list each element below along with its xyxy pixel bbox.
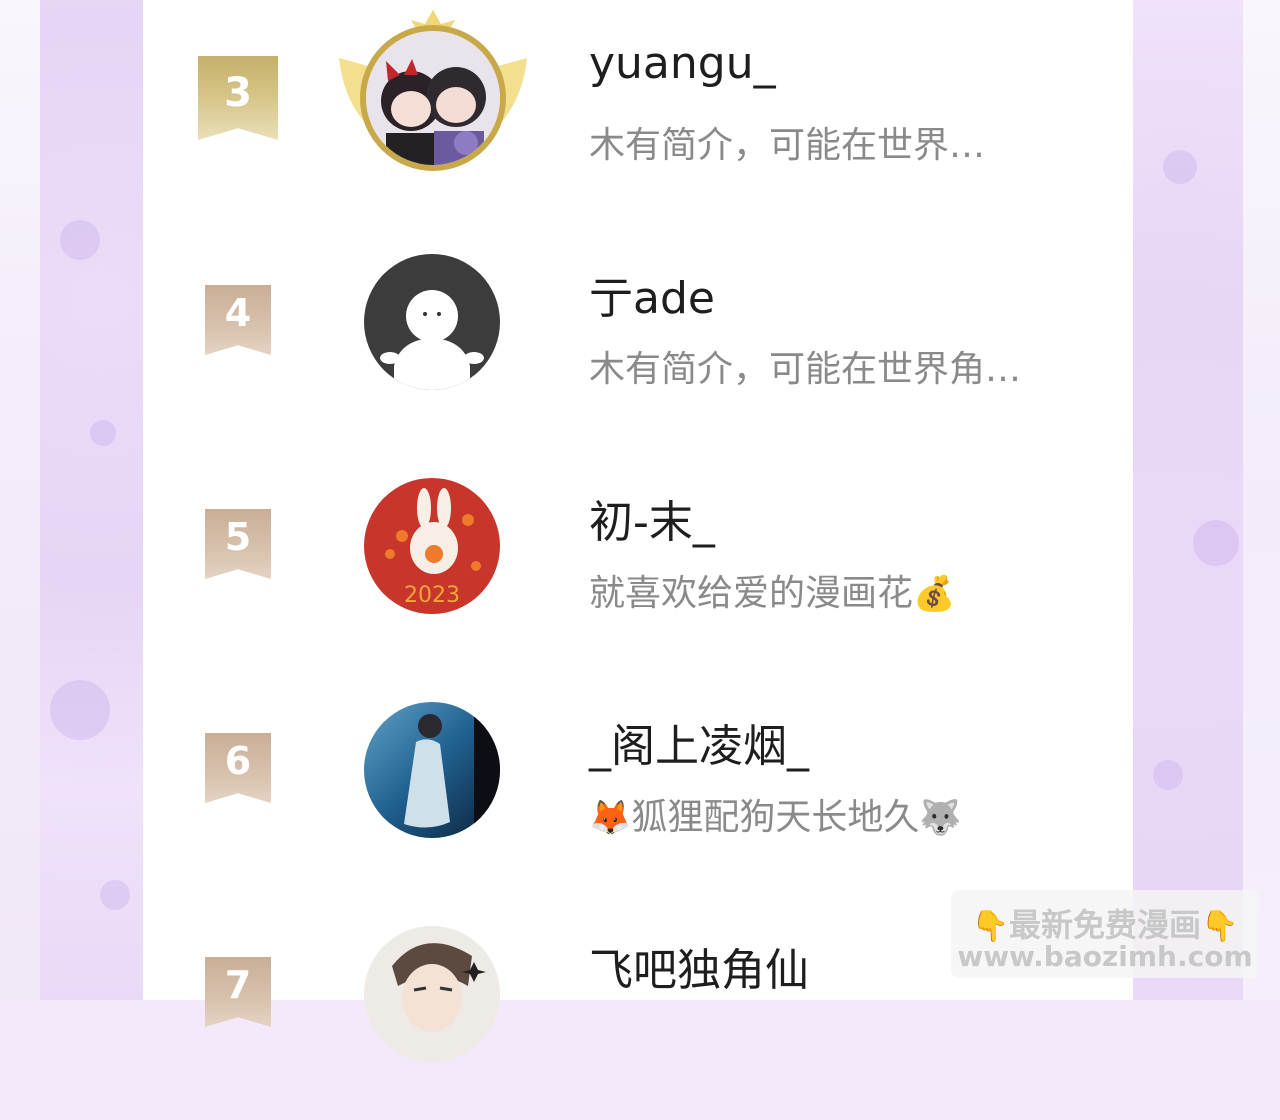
svg-text:2023: 2023 xyxy=(404,583,460,608)
bio-text: 就喜欢给爱的漫画花 xyxy=(589,573,914,614)
user-avatar[interactable]: 2023 xyxy=(364,478,500,614)
rank-badge: 6 xyxy=(205,733,271,803)
list-item[interactable]: 6 _阁上凌烟_ 🦊狐狸配狗天长地久🐺 xyxy=(143,672,1133,896)
list-item[interactable]: 4 亍ade 木有简介，可能在世界角… xyxy=(143,224,1133,448)
rank-badge: 4 xyxy=(205,285,271,355)
rank-number: 5 xyxy=(224,515,252,559)
watermark-text: 最新免费漫画 xyxy=(1008,906,1201,944)
background-left-edge xyxy=(0,0,40,1000)
rank-number: 4 xyxy=(224,291,252,335)
watermark-url: www.baozimh.com xyxy=(957,940,1253,973)
user-bio: 木有简介，可能在世界… xyxy=(589,116,985,168)
ranking-list: 3 yuangu_ 木有简介，可能在世界… 4 亍ade 木有简介，可能在世界角… xyxy=(143,0,1133,1062)
rank-badge: 5 xyxy=(205,509,271,579)
bio-text: 木有简介，可能在世界… xyxy=(589,125,986,166)
pointing-down-icon: 👇 xyxy=(1201,909,1239,944)
rabbit-2023-avatar-icon: 2023 xyxy=(364,478,500,614)
rank-number: 3 xyxy=(224,70,252,116)
anime-couple-avatar-icon xyxy=(366,31,500,165)
user-avatar[interactable] xyxy=(364,254,500,390)
background-left-watercolor xyxy=(40,0,143,1000)
user-avatar[interactable] xyxy=(364,926,500,1062)
user-name[interactable]: 亍ade xyxy=(589,262,715,326)
bio-text: 木有简介，可能在世界角… xyxy=(589,349,1022,390)
list-item[interactable]: 5 2023 初-末_ 就喜欢给爱的漫画花💰 xyxy=(143,448,1133,672)
user-name[interactable]: _阁上凌烟_ xyxy=(589,710,809,774)
wolf-icon: 🐺 xyxy=(919,798,962,838)
rank-number: 7 xyxy=(224,963,252,1007)
user-name[interactable]: 飞吧独角仙 xyxy=(589,934,809,998)
money-bag-icon: 💰 xyxy=(913,574,956,614)
rank-badge: 7 xyxy=(205,957,271,1027)
user-name[interactable]: 初-末_ xyxy=(589,486,715,550)
anime-boy-avatar-icon xyxy=(364,926,500,1062)
user-bio: 🦊狐狸配狗天长地久🐺 xyxy=(589,788,962,840)
pointing-down-icon: 👇 xyxy=(971,909,1009,944)
user-avatar[interactable] xyxy=(366,31,500,165)
background-right-edge xyxy=(1243,0,1280,1000)
default-ghost-avatar-icon xyxy=(364,254,500,390)
background-right-watercolor xyxy=(1133,0,1243,1000)
site-watermark: 👇最新免费漫画👇 www.baozimh.com xyxy=(951,890,1259,978)
list-item[interactable]: 3 yuangu_ 木有简介，可能在世界… xyxy=(143,0,1133,224)
user-bio: 木有简介，可能在世界角… xyxy=(589,340,1021,392)
user-name[interactable]: yuangu_ xyxy=(589,38,776,89)
fox-icon: 🦊 xyxy=(589,798,632,838)
rank-number: 6 xyxy=(224,739,252,783)
user-avatar[interactable] xyxy=(364,702,500,838)
user-bio: 就喜欢给爱的漫画花💰 xyxy=(589,564,955,616)
underwater-girl-avatar-icon xyxy=(364,702,500,838)
rank-badge: 3 xyxy=(198,56,278,140)
bio-text: 狐狸配狗天长地久 xyxy=(631,797,920,838)
